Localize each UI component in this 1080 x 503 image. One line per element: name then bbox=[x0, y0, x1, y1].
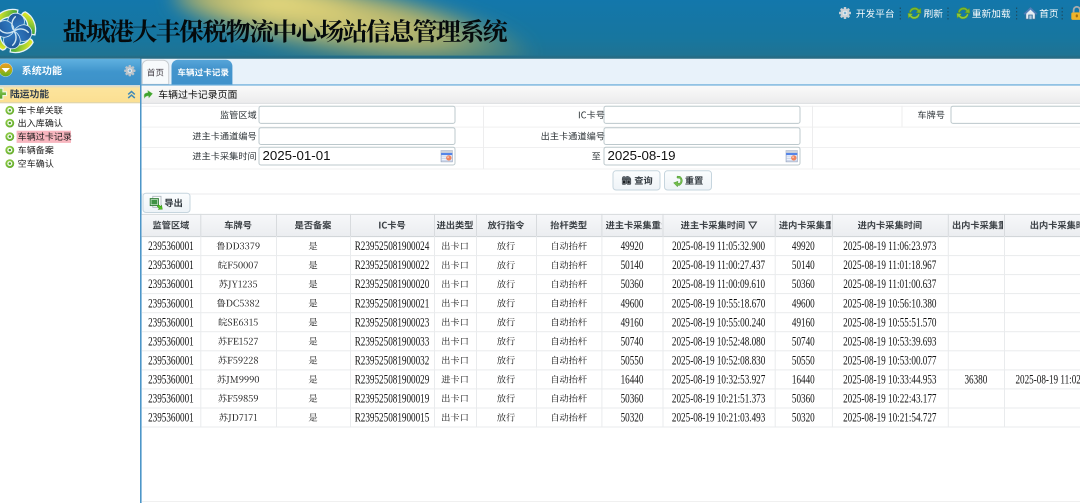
svg-text:2025-08-19 10:55:51.570: 2025-08-19 10:55:51.570 bbox=[843, 316, 936, 330]
svg-text:2025-08-19 10:53:00.077: 2025-08-19 10:53:00.077 bbox=[843, 354, 937, 368]
svg-text:49160: 49160 bbox=[792, 316, 815, 330]
svg-text:2395360001: 2395360001 bbox=[148, 335, 194, 349]
svg-text:36380: 36380 bbox=[964, 373, 987, 387]
svg-text:2025-08-19 11:02:36.000: 2025-08-19 11:02:36.000 bbox=[1015, 373, 1080, 387]
svg-text:2025-08-19 10:52:48.080: 2025-08-19 10:52:48.080 bbox=[672, 335, 765, 349]
svg-text:2025-08-19: 2025-08-19 bbox=[608, 148, 676, 163]
svg-text:2025-08-19 10:21:54.727: 2025-08-19 10:21:54.727 bbox=[843, 411, 937, 425]
svg-text:2025-08-19 11:01:00.637: 2025-08-19 11:01:00.637 bbox=[843, 278, 937, 292]
svg-text:50140: 50140 bbox=[792, 259, 815, 273]
svg-text:50360: 50360 bbox=[792, 392, 815, 406]
svg-text:2025-08-19 11:05:32.900: 2025-08-19 11:05:32.900 bbox=[672, 240, 765, 254]
svg-text:50320: 50320 bbox=[621, 411, 644, 425]
svg-text:2395360001: 2395360001 bbox=[148, 240, 194, 254]
svg-text:2025-08-19 11:00:09.610: 2025-08-19 11:00:09.610 bbox=[672, 278, 765, 292]
svg-text:2395360001: 2395360001 bbox=[148, 354, 194, 368]
svg-text:2395360001: 2395360001 bbox=[148, 373, 194, 387]
svg-text:2025-08-19 10:21:03.493: 2025-08-19 10:21:03.493 bbox=[672, 411, 765, 425]
svg-text:2025-01-01: 2025-01-01 bbox=[263, 148, 331, 163]
svg-text:50320: 50320 bbox=[792, 411, 815, 425]
svg-text:R239525081900020: R239525081900020 bbox=[355, 278, 430, 292]
svg-text:50740: 50740 bbox=[792, 335, 815, 349]
svg-text:R239525081900021: R239525081900021 bbox=[355, 297, 430, 311]
svg-text:50140: 50140 bbox=[621, 259, 644, 273]
svg-text:2025-08-19 10:22:43.177: 2025-08-19 10:22:43.177 bbox=[843, 392, 937, 406]
svg-text:2025-08-19 10:32:53.927: 2025-08-19 10:32:53.927 bbox=[672, 373, 766, 387]
svg-text:R239525081900022: R239525081900022 bbox=[355, 259, 430, 273]
svg-text:2395360001: 2395360001 bbox=[148, 411, 194, 425]
svg-text:R239525081900029: R239525081900029 bbox=[355, 373, 430, 387]
svg-text:50740: 50740 bbox=[621, 335, 644, 349]
svg-text:49920: 49920 bbox=[792, 240, 815, 254]
svg-text:2025-08-19 10:33:44.953: 2025-08-19 10:33:44.953 bbox=[843, 373, 936, 387]
svg-text:2025-08-19 10:21:51.373: 2025-08-19 10:21:51.373 bbox=[672, 392, 765, 406]
svg-text:16440: 16440 bbox=[792, 373, 815, 387]
svg-text:49600: 49600 bbox=[621, 297, 644, 311]
svg-text:2025-08-19 11:00:27.437: 2025-08-19 11:00:27.437 bbox=[672, 259, 766, 273]
svg-text:2395360001: 2395360001 bbox=[148, 297, 194, 311]
svg-text:R239525081900032: R239525081900032 bbox=[355, 354, 430, 368]
svg-text:2025-08-19 10:52:08.830: 2025-08-19 10:52:08.830 bbox=[672, 354, 765, 368]
svg-text:2395360001: 2395360001 bbox=[148, 278, 194, 292]
svg-text:2025-08-19 10:55:18.670: 2025-08-19 10:55:18.670 bbox=[672, 297, 765, 311]
svg-text:R239525081900023: R239525081900023 bbox=[355, 316, 430, 330]
svg-text:16440: 16440 bbox=[621, 373, 644, 387]
svg-text:50550: 50550 bbox=[792, 354, 815, 368]
svg-text:50550: 50550 bbox=[621, 354, 644, 368]
svg-text:R239525081900015: R239525081900015 bbox=[355, 411, 430, 425]
svg-text:R239525081900033: R239525081900033 bbox=[355, 335, 430, 349]
svg-text:R239525081900024: R239525081900024 bbox=[355, 240, 430, 254]
svg-text:2025-08-19 10:56:10.380: 2025-08-19 10:56:10.380 bbox=[843, 297, 936, 311]
svg-text:49160: 49160 bbox=[621, 316, 644, 330]
svg-text:R239525081900019: R239525081900019 bbox=[355, 392, 430, 406]
svg-text:49600: 49600 bbox=[792, 297, 815, 311]
svg-text:50360: 50360 bbox=[792, 278, 815, 292]
svg-text:2025-08-19 11:06:23.973: 2025-08-19 11:06:23.973 bbox=[843, 240, 936, 254]
svg-text:2025-08-19 10:55:00.240: 2025-08-19 10:55:00.240 bbox=[672, 316, 765, 330]
svg-text:2025-08-19 11:01:18.967: 2025-08-19 11:01:18.967 bbox=[843, 259, 937, 273]
svg-text:2395360001: 2395360001 bbox=[148, 316, 194, 330]
svg-text:50360: 50360 bbox=[621, 278, 644, 292]
svg-text:2395360001: 2395360001 bbox=[148, 259, 194, 273]
svg-text:49920: 49920 bbox=[621, 240, 644, 254]
svg-text:50360: 50360 bbox=[621, 392, 644, 406]
svg-text:2025-08-19 10:53:39.693: 2025-08-19 10:53:39.693 bbox=[843, 335, 936, 349]
svg-text:2395360001: 2395360001 bbox=[148, 392, 194, 406]
